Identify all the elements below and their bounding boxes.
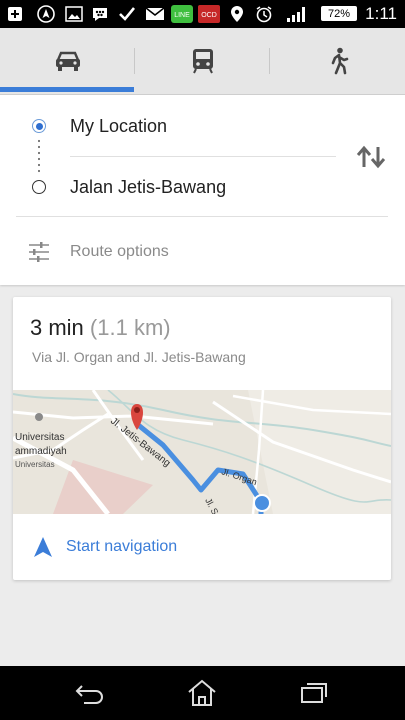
tab-walking[interactable] bbox=[270, 28, 405, 94]
travel-mode-tabs bbox=[0, 28, 405, 95]
transit-icon bbox=[192, 49, 213, 74]
route-options-label[interactable]: Route options bbox=[70, 243, 169, 261]
car-icon bbox=[55, 51, 80, 71]
route-connector bbox=[38, 138, 40, 174]
svg-text:OCD: OCD bbox=[201, 12, 217, 19]
selected-tab-indicator bbox=[0, 87, 134, 92]
recent-apps-icon bbox=[301, 683, 327, 703]
tab-driving[interactable] bbox=[0, 28, 135, 94]
back-button[interactable] bbox=[70, 678, 110, 708]
field-divider bbox=[70, 156, 336, 157]
location-icon bbox=[228, 5, 246, 23]
svg-text:LINE: LINE bbox=[174, 12, 190, 19]
status-bar: LINE OCD 72% 1:11 bbox=[0, 0, 405, 28]
route-via: Via Jl. Organ and Jl. Jetis-Bawang bbox=[32, 349, 246, 365]
signal-icon bbox=[284, 5, 308, 23]
destination-marker-icon bbox=[32, 180, 46, 194]
image-icon bbox=[64, 5, 84, 23]
home-button[interactable] bbox=[182, 678, 222, 708]
route-result-card[interactable]: 3 min (1.1 km) Via Jl. Organ and Jl. Jet… bbox=[13, 297, 391, 580]
map-label-place-3: Universitas bbox=[15, 460, 55, 469]
alarm-icon bbox=[254, 5, 274, 23]
bbm-icon bbox=[90, 5, 110, 23]
add-icon bbox=[6, 5, 24, 23]
swap-button[interactable] bbox=[354, 143, 388, 171]
route-map[interactable]: Jl. Jetis-Bawang Jl. Organ Jl. S Univers… bbox=[13, 390, 391, 514]
swap-icon bbox=[356, 145, 386, 169]
walk-icon bbox=[331, 47, 348, 75]
back-icon bbox=[75, 685, 103, 704]
home-icon bbox=[188, 679, 216, 706]
map-area bbox=[248, 390, 391, 514]
map-label-place-1: Universitas bbox=[15, 432, 64, 443]
section-divider bbox=[16, 216, 388, 217]
route-summary: 3 min (1.1 km) bbox=[30, 315, 171, 341]
route-options-button[interactable] bbox=[28, 241, 50, 263]
check-icon bbox=[117, 5, 137, 23]
destination-field[interactable]: Jalan Jetis-Bawang bbox=[70, 177, 226, 198]
navigation-app-icon bbox=[36, 5, 56, 23]
map-label-place-2: ammadiyah bbox=[15, 446, 67, 457]
battery-icon: 72% bbox=[321, 6, 357, 21]
start-navigation-label: Start navigation bbox=[66, 538, 178, 555]
system-navigation-bar bbox=[0, 666, 405, 720]
start-navigation-button[interactable]: Start navigation bbox=[13, 514, 391, 580]
line-app-icon: LINE bbox=[171, 5, 193, 23]
recent-apps-button[interactable] bbox=[294, 678, 334, 708]
navigation-arrow-icon bbox=[34, 537, 52, 557]
origin-marker-icon bbox=[32, 119, 46, 133]
clock: 1:11 bbox=[365, 4, 397, 23]
ocd-app-icon: OCD bbox=[198, 5, 220, 23]
route-distance: (1.1 km) bbox=[89, 315, 171, 340]
origin-field[interactable]: My Location bbox=[70, 116, 167, 137]
mail-icon bbox=[144, 5, 166, 23]
start-location-icon bbox=[253, 494, 271, 512]
battery-level: 72% bbox=[327, 7, 351, 20]
tune-icon bbox=[29, 242, 49, 262]
school-icon bbox=[35, 413, 43, 421]
tab-transit[interactable] bbox=[135, 28, 270, 94]
route-duration: 3 min bbox=[30, 315, 84, 340]
